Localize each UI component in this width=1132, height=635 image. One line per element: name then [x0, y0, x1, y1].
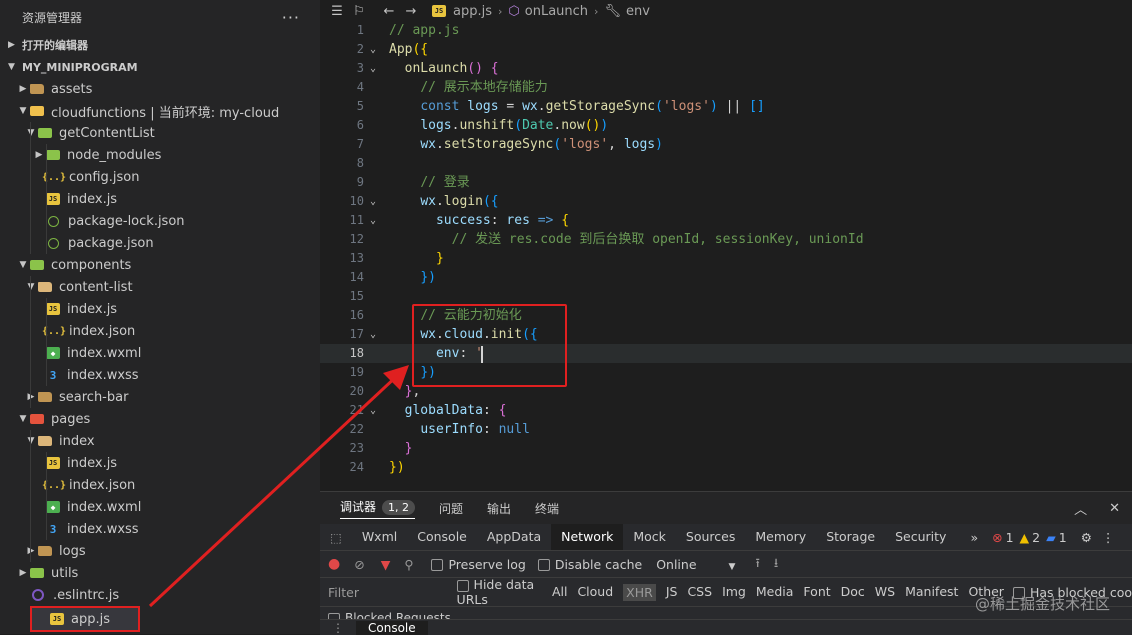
arrow-shaft [148, 373, 400, 608]
watermark: @稀土掘金技术社区 [974, 595, 1110, 613]
annotation-arrow [148, 365, 409, 608]
